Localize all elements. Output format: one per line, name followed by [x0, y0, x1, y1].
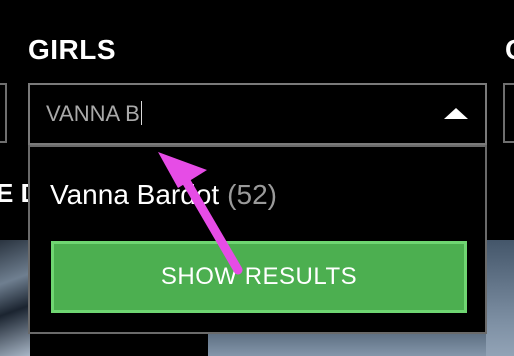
filter-panel: GIRLS C E D VANNA B Vanna Bardot(52) SHO… — [0, 0, 514, 356]
next-filter-title: C — [505, 32, 514, 68]
girls-filter-title: GIRLS — [28, 34, 117, 65]
chevron-up-icon[interactable] — [444, 108, 468, 119]
background-photo — [208, 332, 514, 356]
background-photo — [0, 240, 30, 356]
suggestion-count: (52) — [227, 179, 277, 210]
autocomplete-dropdown: Vanna Bardot (52) SHOW RESULTS — [28, 145, 487, 334]
adjacent-filter-input[interactable] — [0, 83, 7, 143]
background-photo — [486, 240, 514, 356]
search-input-text: VANNA B — [46, 101, 140, 126]
suggestion-item[interactable]: Vanna Bardot (52) — [50, 177, 277, 213]
search-input-value: VANNA B — [46, 100, 142, 128]
text-caret — [140, 101, 142, 125]
adjacent-filter-input[interactable] — [503, 83, 514, 143]
suggestion-name: Vanna Bardot — [50, 179, 220, 210]
show-results-button[interactable]: SHOW RESULTS — [51, 241, 467, 313]
